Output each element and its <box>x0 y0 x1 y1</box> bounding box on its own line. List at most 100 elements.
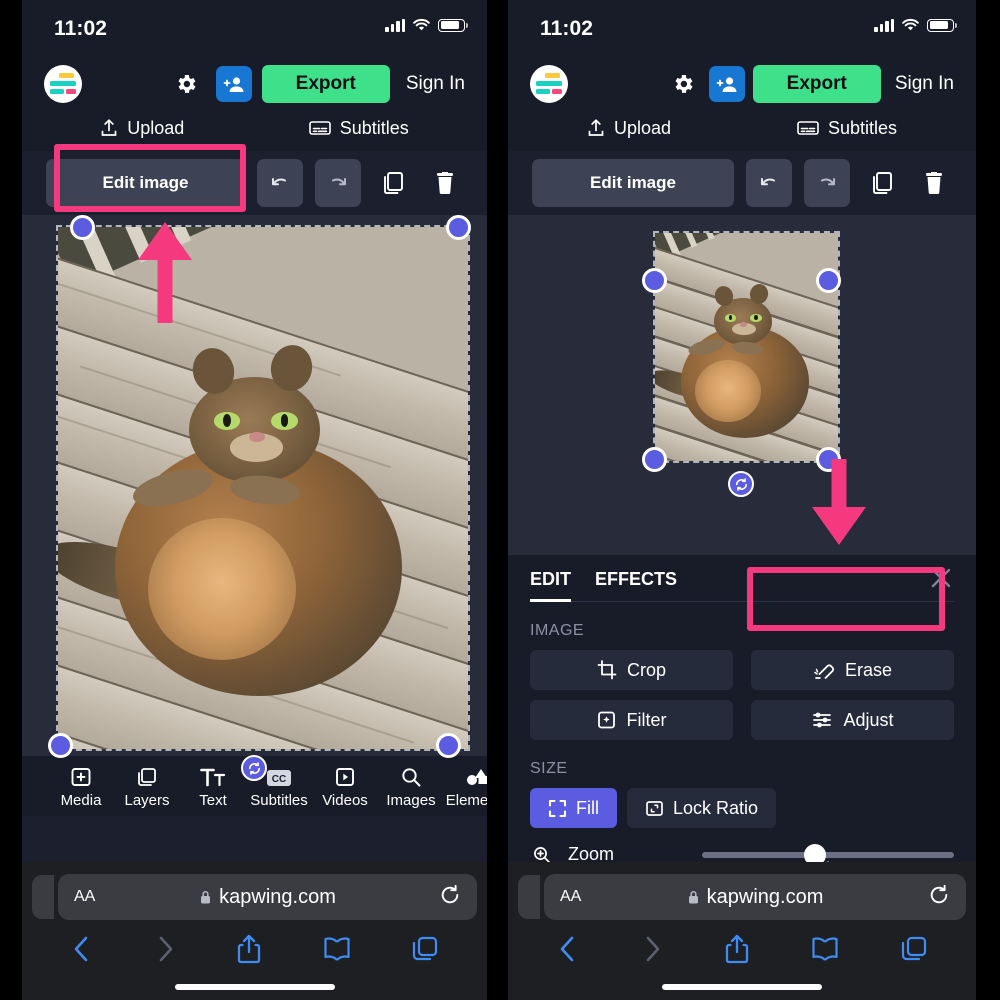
sub-nav: Upload Subtitles <box>22 111 487 151</box>
undo-icon <box>272 178 286 186</box>
book-icon[interactable] <box>322 935 352 963</box>
redo-button[interactable] <box>804 159 850 207</box>
address-bar[interactable]: AA kapwing.com <box>544 874 966 920</box>
cellular-signal-icon <box>385 18 405 32</box>
sign-in-link[interactable]: Sign In <box>406 73 465 95</box>
resize-handle-top-right[interactable] <box>446 215 471 240</box>
back-chevron-icon[interactable] <box>556 934 580 964</box>
duplicate-button[interactable] <box>862 159 902 207</box>
add-person-icon[interactable] <box>215 65 252 102</box>
rotate-handle[interactable] <box>241 755 267 781</box>
resize-handle-top-left[interactable] <box>70 215 95 240</box>
url-text: kapwing.com <box>219 885 336 908</box>
tool-layers[interactable]: Layers <box>114 764 180 809</box>
resize-handle-bottom-right[interactable] <box>436 733 461 758</box>
subnav-item-upload[interactable]: Upload <box>100 118 184 139</box>
duplicate-button[interactable] <box>373 159 413 207</box>
share-icon[interactable] <box>724 933 750 965</box>
gear-icon[interactable] <box>671 72 695 96</box>
edit-image-button[interactable]: Edit image <box>46 159 245 207</box>
adjacent-tab-edge[interactable] <box>518 875 540 919</box>
lock-ratio-button[interactable]: Lock Ratio <box>627 788 777 828</box>
url-display: kapwing.com <box>58 886 477 909</box>
forward-chevron-icon[interactable] <box>153 934 177 964</box>
fill-icon <box>548 799 567 817</box>
lock-icon <box>688 890 698 904</box>
kapwing-logo[interactable] <box>44 64 82 103</box>
add-person-icon[interactable] <box>708 65 745 102</box>
tool-videos[interactable]: Videos <box>312 764 378 809</box>
status-bar: 11:02 <box>22 0 487 56</box>
rotate-handle[interactable] <box>728 471 754 497</box>
screenshot-stage: 11:02 Export Sign In Upload Subtitles Ed… <box>0 0 1000 1000</box>
delete-button[interactable] <box>425 159 465 207</box>
image-canvas[interactable] <box>22 215 487 781</box>
fill-button[interactable]: Fill <box>530 788 617 828</box>
share-icon[interactable] <box>236 933 262 965</box>
erase-button[interactable]: Erase <box>751 650 954 690</box>
filter-button[interactable]: Filter <box>530 700 733 740</box>
selected-image[interactable] <box>56 225 470 751</box>
zoom-slider[interactable] <box>702 843 954 867</box>
crop-label: Crop <box>626 659 666 680</box>
sub-nav-right: Upload Subtitles <box>508 111 976 151</box>
back-chevron-icon[interactable] <box>70 934 94 964</box>
text-icon <box>200 764 226 788</box>
subnav-item-subtitles[interactable]: Subtitles <box>797 118 897 139</box>
subnav-item-subtitles[interactable]: Subtitles <box>308 117 409 139</box>
tabs-icon[interactable] <box>411 935 439 963</box>
delete-button[interactable] <box>914 159 954 207</box>
address-bar[interactable]: AA kapwing.com <box>58 874 477 920</box>
resize-handle-top-right[interactable] <box>816 268 841 293</box>
wifi-icon <box>902 18 919 31</box>
forward-chevron-icon[interactable] <box>640 934 664 964</box>
tabs-icon[interactable] <box>900 935 928 963</box>
tab-effects[interactable]: EFFECTS <box>595 569 677 590</box>
subnav-item-upload[interactable]: Upload <box>587 118 671 139</box>
cellular-signal-icon <box>874 18 894 32</box>
adjust-button[interactable]: Adjust <box>751 700 954 740</box>
lock-ratio-label: Lock Ratio <box>673 797 759 818</box>
tool-elements[interactable]: Elements <box>444 764 487 809</box>
tool-media[interactable]: Media <box>48 764 114 809</box>
tool-images[interactable]: Images <box>378 764 444 809</box>
deck-photo <box>655 233 838 461</box>
resize-handle-bottom-left[interactable] <box>48 733 73 758</box>
tab-edit[interactable]: EDIT <box>530 569 572 602</box>
home-indicator <box>662 984 822 990</box>
export-button[interactable]: Export <box>752 64 881 103</box>
redo-button[interactable] <box>315 159 361 207</box>
resize-handle-bottom-left[interactable] <box>642 447 667 472</box>
filter-label: Filter <box>626 709 667 730</box>
kapwing-logo[interactable] <box>530 64 568 103</box>
crop-button[interactable]: Crop <box>530 650 733 690</box>
battery-icon <box>438 18 468 32</box>
export-button[interactable]: Export <box>261 64 390 103</box>
tool-label-images: Images <box>386 791 436 809</box>
app-header-right: Export Sign In <box>508 56 976 111</box>
tool-text[interactable]: Text <box>180 764 246 809</box>
safari-nav-row <box>22 920 487 978</box>
book-icon[interactable] <box>810 935 840 963</box>
image-edit-panel: EDIT EFFECTS IMAGE Crop Erase Filter Adj… <box>508 555 976 903</box>
battery-icon <box>927 18 957 32</box>
url-row: AA kapwing.com <box>22 874 487 920</box>
close-panel-button[interactable] <box>928 565 954 596</box>
redo-icon <box>821 178 835 186</box>
undo-button[interactable] <box>746 159 792 207</box>
image-canvas-right[interactable] <box>508 215 976 555</box>
selected-image[interactable] <box>653 231 840 463</box>
resize-handle-top-left[interactable] <box>642 268 667 293</box>
adjacent-tab-edge[interactable] <box>32 875 54 919</box>
gear-icon[interactable] <box>174 72 198 96</box>
safari-browser-bar-right: AA kapwing.com <box>508 862 976 1000</box>
sign-in-link[interactable]: Sign In <box>895 73 954 95</box>
edit-image-button[interactable]: Edit image <box>532 159 734 207</box>
undo-button[interactable] <box>257 159 303 207</box>
search-icon <box>400 764 422 788</box>
resize-handle-bottom-right[interactable] <box>816 447 841 472</box>
tool-label-layers: Layers <box>124 791 170 809</box>
layers-icon <box>136 764 158 788</box>
subnav-label-subtitles: Subtitles <box>339 117 409 138</box>
cat-photo-subject <box>655 282 838 456</box>
